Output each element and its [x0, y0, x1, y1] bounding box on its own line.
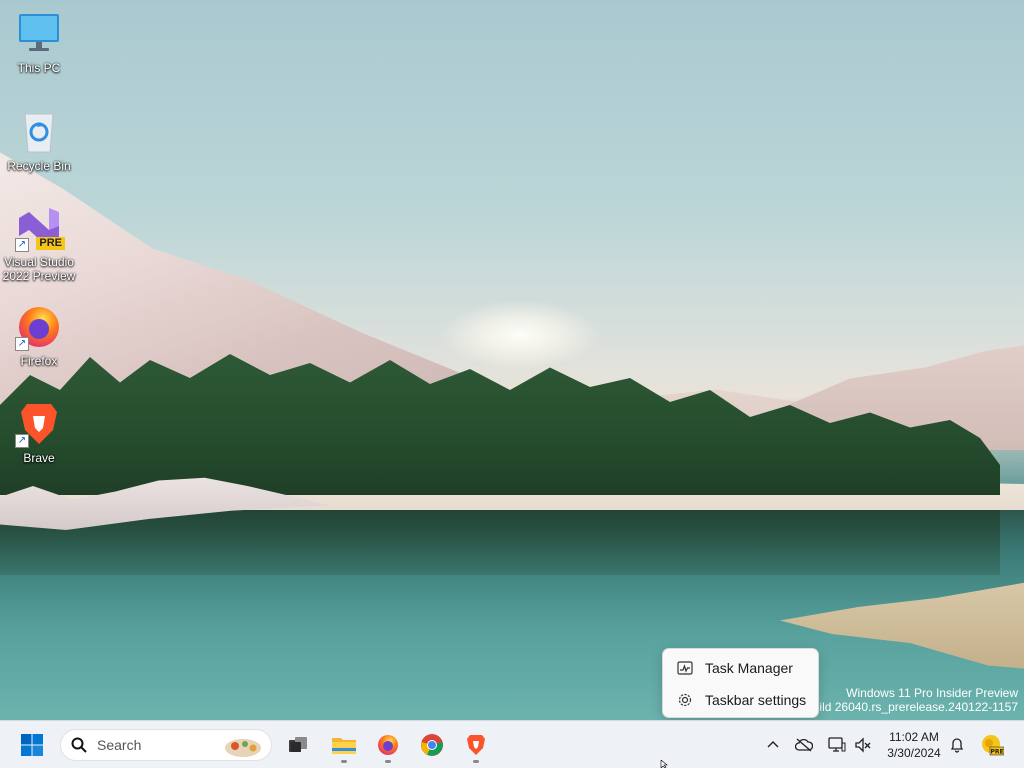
- notification-bell-icon: [950, 738, 964, 753]
- menu-item-label: Taskbar settings: [705, 692, 807, 708]
- notification-center-button[interactable]: [946, 721, 968, 768]
- running-indicator: [473, 760, 479, 763]
- shortcut-arrow-icon: ↗: [15, 434, 29, 448]
- tray-dev-home-preview[interactable]: PRE: [978, 721, 1006, 768]
- brave-icon: [467, 735, 485, 755]
- desktop-icon-brave[interactable]: ↗ Brave: [1, 400, 77, 465]
- chrome-icon: [421, 734, 443, 756]
- os-build-watermark: Windows 11 Pro Insider Preview Build 260…: [805, 686, 1018, 714]
- desktop-icon-recycle-bin[interactable]: Recycle Bin: [1, 108, 77, 173]
- search-icon: [71, 737, 87, 753]
- clock-time: 11:02 AM: [889, 730, 939, 744]
- desktop-icon-visual-studio[interactable]: PRE ↗ Visual Studio 2022 Preview: [1, 204, 77, 283]
- wallpaper-sun: [440, 300, 600, 370]
- svg-text:PRE: PRE: [990, 749, 1003, 756]
- firefox-icon: ↗: [15, 303, 63, 351]
- windows-logo-icon: [21, 734, 43, 756]
- taskbar-file-explorer[interactable]: [324, 725, 364, 765]
- desktop-icon-label: This PC: [17, 61, 61, 75]
- preview-badge: PRE: [36, 237, 65, 250]
- task-manager-icon: [677, 660, 693, 676]
- dev-home-preview-icon: PRE: [982, 735, 1004, 756]
- shortcut-arrow-icon: ↗: [15, 238, 29, 252]
- volume-muted-icon: [855, 737, 871, 753]
- start-button[interactable]: [12, 725, 52, 765]
- tray-network[interactable]: [826, 721, 848, 768]
- menu-item-task-manager[interactable]: Task Manager: [667, 652, 814, 684]
- taskbar-clock[interactable]: 11:02 AM 3/30/2024: [880, 729, 948, 761]
- desktop-icon-this-pc[interactable]: This PC: [1, 10, 77, 75]
- search-placeholder: Search: [97, 737, 142, 753]
- taskbar-context-menu: Task Manager Taskbar settings: [662, 648, 819, 718]
- desktop-icon-label: Recycle Bin: [7, 159, 71, 173]
- taskbar-chrome[interactable]: [412, 725, 452, 765]
- taskbar-task-view[interactable]: [278, 725, 318, 765]
- desktop-icon-label: Firefox: [20, 354, 58, 368]
- brave-icon: ↗: [15, 400, 63, 448]
- running-indicator: [385, 760, 391, 763]
- taskbar-firefox[interactable]: [368, 725, 408, 765]
- shortcut-arrow-icon: ↗: [15, 337, 29, 351]
- taskbar-brave[interactable]: [456, 725, 496, 765]
- watermark-build: Build 26040.rs_prerelease.240122-1157: [804, 700, 1018, 714]
- clock-date: 3/30/2024: [887, 746, 941, 760]
- running-indicator: [341, 760, 347, 763]
- monitor-icon: [15, 10, 63, 58]
- network-icon: [828, 737, 846, 752]
- tray-onedrive[interactable]: [792, 721, 816, 768]
- menu-item-label: Task Manager: [705, 660, 793, 676]
- recycle-bin-icon: [15, 108, 63, 156]
- taskbar[interactable]: Search 11:02 AM 3/30/2024 PRE: [0, 720, 1024, 768]
- folder-icon: [332, 738, 356, 754]
- desktop-icon-label: Brave: [23, 451, 55, 465]
- mouse-cursor-icon: [660, 760, 668, 768]
- desktop-icon-firefox[interactable]: ↗ Firefox: [1, 303, 77, 368]
- tray-volume[interactable]: [852, 721, 874, 768]
- chevron-up-icon: [767, 741, 779, 748]
- onedrive-offline-icon: [795, 738, 813, 752]
- taskbar-search-box[interactable]: Search: [60, 729, 272, 761]
- task-view-icon: [289, 737, 307, 752]
- desktop-wallpaper[interactable]: [0, 0, 1024, 720]
- menu-item-taskbar-settings[interactable]: Taskbar settings: [667, 684, 814, 716]
- show-hidden-icons-button[interactable]: [762, 721, 784, 768]
- visual-studio-preview-icon: PRE ↗: [15, 204, 65, 252]
- gear-icon: [677, 692, 693, 708]
- desktop-icon-label: Visual Studio 2022 Preview: [2, 255, 76, 283]
- firefox-icon: [378, 735, 398, 755]
- search-highlight-icon: [225, 739, 261, 757]
- watermark-edition: Windows 11 Pro Insider Preview: [846, 686, 1018, 700]
